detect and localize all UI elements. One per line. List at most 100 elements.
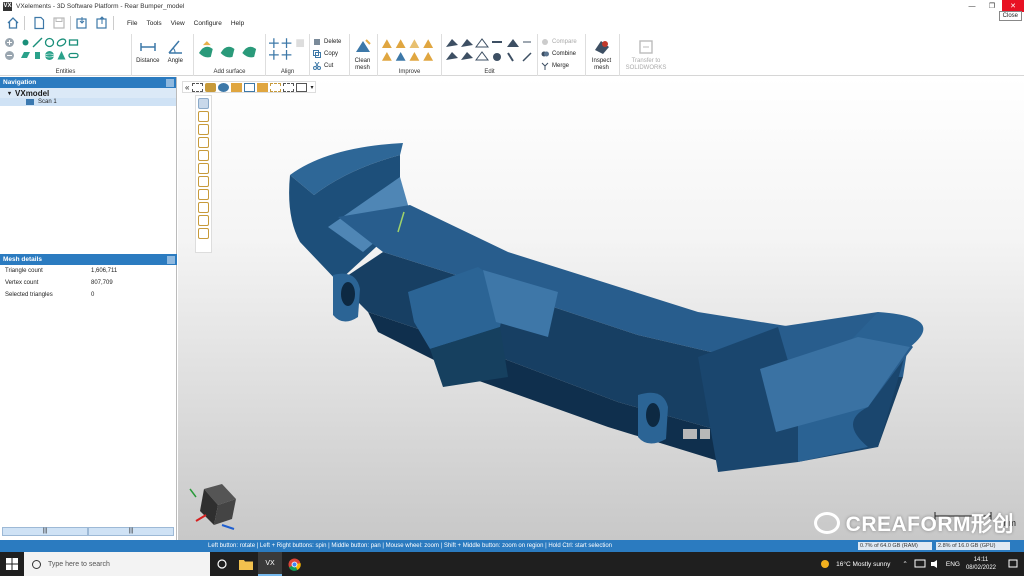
- clock[interactable]: 14:11 08/02/2022: [966, 556, 996, 572]
- wechat-icon: [813, 512, 840, 534]
- separator: [113, 16, 114, 30]
- mesh-details-title: Mesh details: [3, 256, 43, 263]
- rectangle-icon[interactable]: [68, 37, 79, 48]
- entities-group: Entities: [0, 34, 132, 76]
- tree-item-vxmodel[interactable]: ▾ VXmodel: [0, 88, 176, 98]
- menu-configure[interactable]: Configure: [194, 20, 222, 27]
- slot-icon[interactable]: [68, 50, 79, 61]
- tray-chevron-icon[interactable]: ⌃: [902, 560, 907, 568]
- circle-icon[interactable]: [44, 37, 55, 48]
- pin-icon[interactable]: [166, 78, 174, 87]
- watermark-text: CREAFORM形创: [845, 513, 1014, 536]
- inspect-group: Inspect mesh: [586, 34, 620, 76]
- delete-button[interactable]: Delete: [313, 36, 341, 48]
- chrome-icon: [288, 558, 301, 571]
- transfer-label: Transfer to SOLIDWORKS: [625, 58, 667, 71]
- panel-tab-right[interactable]: |||: [88, 527, 174, 536]
- inspect-mesh-button[interactable]: Inspect mesh: [589, 36, 614, 72]
- panel-tab-strip: ||| |||: [2, 527, 174, 536]
- save-icon[interactable]: [52, 16, 66, 30]
- mesh-details-header: Mesh details: [0, 254, 177, 265]
- tree-root-label: VXmodel: [15, 88, 50, 98]
- merge-label: Merge: [552, 63, 570, 69]
- gpu-usage: 2.8% of 16.0 GB (GPU): [936, 542, 1010, 550]
- task-view-button[interactable]: [210, 552, 234, 576]
- transfer-solidworks-button[interactable]: Transfer to SOLIDWORKS: [623, 36, 669, 72]
- mesh-details-panel: Mesh details Triangle count 1,606,711 Ver…: [0, 254, 177, 301]
- network-icon[interactable]: [914, 559, 926, 569]
- add-entity-icon[interactable]: [4, 37, 15, 48]
- taskbar-search[interactable]: Type here to search: [24, 552, 210, 576]
- cylinder-icon[interactable]: [32, 50, 43, 61]
- compare-button[interactable]: Compare: [541, 36, 577, 48]
- transfer-group: Transfer to SOLIDWORKS: [620, 34, 686, 76]
- ram-usage: 0.7% of 64.0 GB (RAM): [858, 542, 932, 550]
- bumper-mesh[interactable]: [178, 77, 1024, 540]
- 3d-viewport[interactable]: « ▾ mm CREAFORM形创: [178, 77, 1024, 540]
- angle-button[interactable]: Angle: [163, 36, 189, 65]
- orientation-cube[interactable]: [182, 479, 242, 535]
- inspect-mesh-icon: [594, 41, 609, 54]
- left-panel: Navigation ▾ VXmodel Scan 1 Mesh details…: [0, 77, 177, 540]
- menu-help[interactable]: Help: [231, 20, 244, 27]
- plane-icon[interactable]: [20, 50, 31, 61]
- panel-tab-left[interactable]: |||: [2, 527, 88, 536]
- weather-sun-icon: [821, 560, 830, 568]
- add-surface-label: Add surface: [213, 69, 246, 75]
- align-tools-icon[interactable]: [269, 37, 306, 61]
- distance-icon: [140, 43, 156, 51]
- cut-button[interactable]: Cut: [313, 60, 341, 72]
- cut-icon: [313, 62, 321, 70]
- vxelements-taskbar-button[interactable]: VX: [258, 552, 282, 576]
- clean-mesh-button[interactable]: Clean mesh: [353, 36, 372, 72]
- line-icon[interactable]: [32, 37, 43, 48]
- combine-button[interactable]: Combine: [541, 48, 577, 60]
- tree-item-scan[interactable]: Scan 1: [0, 98, 176, 106]
- mesh-cutout: [700, 429, 710, 439]
- copy-button[interactable]: Copy: [313, 48, 341, 60]
- distance-button[interactable]: Distance: [135, 36, 161, 65]
- start-button[interactable]: [0, 552, 24, 576]
- axis-x: [195, 514, 207, 522]
- improve-tools-icon[interactable]: [381, 37, 438, 63]
- notification-icon[interactable]: [1008, 559, 1018, 569]
- detail-label: Selected triangles: [5, 292, 53, 298]
- menu-tools[interactable]: Tools: [146, 20, 161, 27]
- search-placeholder: Type here to search: [48, 560, 110, 568]
- volume-icon[interactable]: [930, 559, 942, 569]
- axis-z: [221, 524, 235, 530]
- import-icon[interactable]: [75, 16, 89, 30]
- language-indicator[interactable]: ENG: [946, 561, 960, 568]
- edit-tools-icon[interactable]: [445, 37, 533, 63]
- axis-y: [189, 488, 197, 498]
- detail-row: Triangle count 1,606,711: [0, 265, 177, 277]
- surface-tools-icon[interactable]: [197, 39, 262, 61]
- app-logo-icon: VX: [3, 1, 12, 11]
- measure-group: Distance Angle: [132, 34, 194, 76]
- remove-entity-icon[interactable]: [4, 50, 15, 61]
- pin-icon[interactable]: [167, 255, 175, 264]
- menu-file[interactable]: File: [127, 20, 137, 27]
- export-icon[interactable]: [95, 16, 109, 30]
- home-icon[interactable]: [6, 16, 20, 30]
- detail-row: Vertex count 807,709: [0, 277, 177, 289]
- file-explorer-button[interactable]: [234, 552, 258, 576]
- detail-label: Vertex count: [5, 280, 39, 286]
- detail-value: 1,606,711: [91, 268, 118, 274]
- sphere-icon[interactable]: [44, 50, 55, 61]
- ellipse-icon[interactable]: [56, 37, 67, 48]
- point-icon[interactable]: [20, 37, 31, 48]
- clean-mesh-group: Clean mesh: [350, 34, 378, 76]
- edit-group: Edit: [442, 34, 538, 76]
- merge-button[interactable]: Merge: [541, 60, 577, 72]
- new-file-icon[interactable]: [32, 16, 46, 30]
- copy-label: Copy: [324, 51, 339, 57]
- minimize-button[interactable]: —: [962, 0, 982, 12]
- collapse-icon[interactable]: ▾: [8, 90, 11, 97]
- cone-icon[interactable]: [56, 50, 67, 61]
- weather-text[interactable]: 16°C Mostly sunny: [836, 561, 890, 568]
- chrome-button[interactable]: [282, 552, 306, 576]
- separator: [24, 16, 25, 30]
- menu-view[interactable]: View: [171, 20, 185, 27]
- detail-label: Triangle count: [5, 268, 43, 274]
